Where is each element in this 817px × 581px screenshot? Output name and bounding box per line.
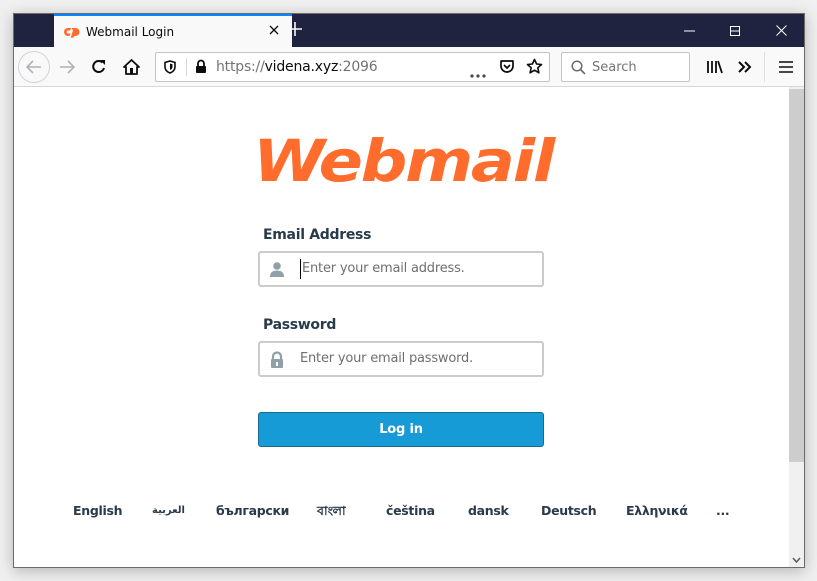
- email-placeholder: Enter your email address.: [302, 261, 465, 276]
- url-port: :2096: [338, 59, 378, 75]
- toolbar-separator: [764, 52, 765, 82]
- maximize-window-icon[interactable]: [712, 14, 758, 47]
- language-link[interactable]: Deutsch: [541, 503, 597, 518]
- minimize-icon[interactable]: [666, 14, 712, 47]
- language-link[interactable]: العربية: [152, 505, 185, 516]
- forward-button[interactable]: [52, 52, 82, 82]
- double-chevron-icon[interactable]: [730, 52, 760, 82]
- shield-icon[interactable]: [164, 60, 176, 79]
- language-link[interactable]: dansk: [468, 503, 509, 518]
- arrow-right-icon: [60, 60, 75, 74]
- email-field[interactable]: Enter your email address.: [258, 251, 544, 287]
- lock-icon: [269, 351, 285, 368]
- back-button[interactable]: [18, 51, 50, 83]
- page-content: Webmail Email Address Enter your email a…: [14, 87, 790, 567]
- language-link[interactable]: বাংলা: [317, 503, 346, 523]
- url-separator: [186, 58, 187, 76]
- language-link[interactable]: Ελληνικά: [626, 503, 688, 518]
- password-placeholder: Enter your email password.: [300, 351, 474, 366]
- url-bar[interactable]: https://videna.xyz:2096: [155, 52, 550, 82]
- vertical-scrollbar[interactable]: [789, 87, 804, 567]
- user-icon: [269, 261, 285, 277]
- search-icon: [571, 60, 586, 80]
- password-field[interactable]: Enter your email password.: [258, 341, 544, 377]
- navigation-toolbar: https://videna.xyz:2096 Search: [14, 47, 804, 87]
- tab-title: Webmail Login: [86, 24, 175, 39]
- login-form: Email Address Enter your email address. …: [258, 227, 544, 377]
- webmail-logo: Webmail: [253, 131, 556, 191]
- text-caret: [300, 259, 301, 279]
- search-placeholder: Search: [592, 60, 637, 75]
- pocket-icon[interactable]: [499, 59, 515, 80]
- library-icon[interactable]: [699, 52, 729, 82]
- scrollbar-thumb[interactable]: [789, 89, 804, 462]
- home-icon[interactable]: [116, 52, 146, 82]
- email-label: Email Address: [263, 227, 372, 243]
- lock-icon[interactable]: [195, 59, 207, 79]
- url-scheme: https://: [216, 59, 265, 75]
- language-link[interactable]: English: [73, 503, 123, 518]
- star-icon[interactable]: [526, 58, 543, 80]
- reload-icon[interactable]: [84, 52, 114, 82]
- hamburger-icon[interactable]: [771, 52, 801, 82]
- close-tab-icon[interactable]: [266, 22, 282, 38]
- cpanel-icon: [64, 26, 80, 38]
- tab-webmail-login[interactable]: Webmail Login: [54, 14, 292, 47]
- language-link[interactable]: čeština: [386, 503, 435, 518]
- url-text[interactable]: https://videna.xyz:2096: [216, 59, 378, 75]
- language-list: English العربية български বাংলা čeština …: [14, 503, 790, 523]
- scroll-down-arrow-icon[interactable]: [791, 555, 802, 565]
- browser-window: Webmail Login https://videna.xyz:2096 Se…: [13, 13, 805, 568]
- logo-text: Webmail: [253, 131, 556, 191]
- new-tab-button[interactable]: [286, 20, 304, 38]
- url-host: videna.xyz: [264, 59, 339, 75]
- password-label: Password: [263, 317, 337, 333]
- login-button[interactable]: Log in: [258, 412, 544, 447]
- close-window-icon[interactable]: [758, 14, 804, 47]
- more-dots-icon[interactable]: [470, 65, 486, 83]
- search-input[interactable]: Search: [561, 52, 690, 82]
- more-languages-link[interactable]: ...: [716, 503, 730, 518]
- arrow-left-icon: [26, 60, 41, 74]
- language-link[interactable]: български: [216, 503, 289, 518]
